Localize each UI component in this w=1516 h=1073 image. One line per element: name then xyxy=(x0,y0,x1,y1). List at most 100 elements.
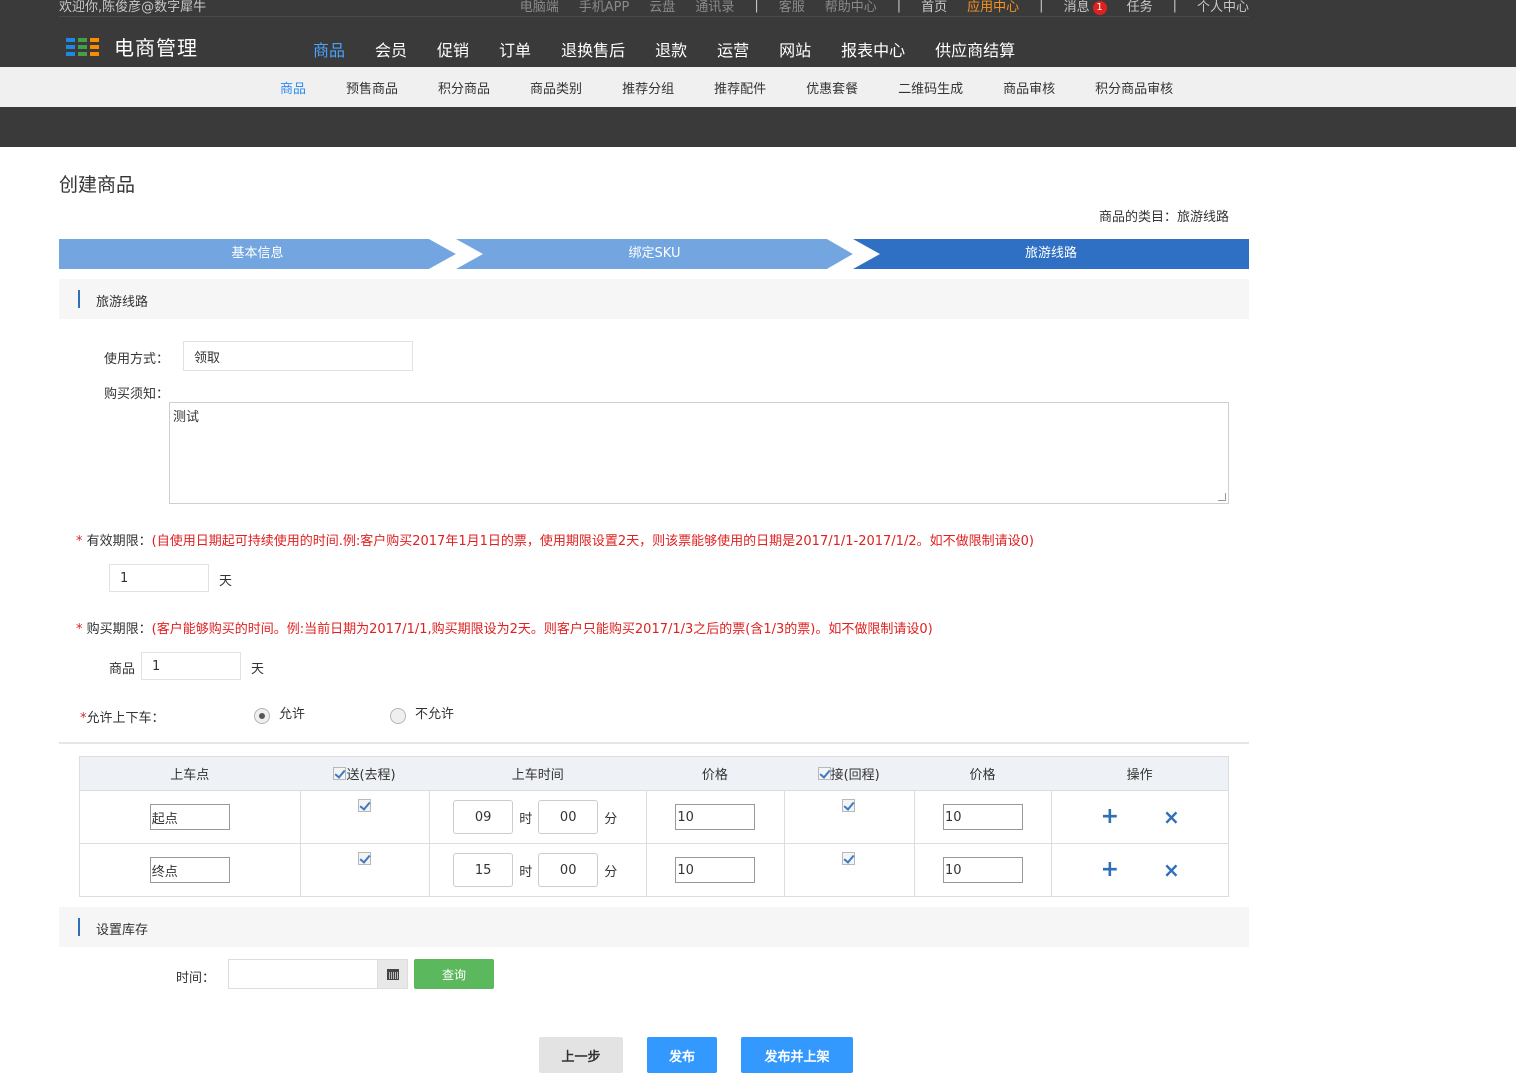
notice-text: 测试 xyxy=(173,410,200,425)
point-input[interactable]: 起点 xyxy=(149,804,230,830)
th-price-return: 价格 xyxy=(969,768,996,783)
top-link-home[interactable]: 首页 xyxy=(921,0,947,15)
sub-nav-qrcode[interactable]: 二维码生成 xyxy=(878,78,983,97)
top-link-personal[interactable]: 个人中心 xyxy=(1197,0,1249,15)
th-point: 上车点 xyxy=(170,768,210,783)
dropoff-checkbox[interactable] xyxy=(357,799,371,812)
sub-nav: 商品 预售商品 积分商品 商品类别 推荐分组 推荐配件 优惠套餐 二维码生成 商… xyxy=(0,67,1516,107)
top-link-messages[interactable]: 消息 1 xyxy=(1064,0,1107,15)
delete-icon[interactable]: × xyxy=(1163,860,1180,880)
table-header: 上车点 送(去程) 上车时间 价格 接(回程) 价格 操作 xyxy=(80,757,1228,790)
sub-nav-recommend-parts[interactable]: 推荐配件 xyxy=(694,78,786,97)
return-price-input[interactable]: 10 xyxy=(942,857,1023,883)
delete-icon[interactable]: × xyxy=(1163,807,1180,827)
header-divider xyxy=(59,16,1249,17)
step-basic-info[interactable]: 基本信息 xyxy=(59,239,456,269)
logo[interactable]: 电商管理 xyxy=(66,32,198,61)
pickup-checkbox[interactable] xyxy=(841,799,855,812)
purchase-label: 购买期限： xyxy=(86,622,152,637)
top-links: 电脑端 手机APP 云盘 通讯录 | 客服 帮助中心 | 首页 应用中心 | 消… xyxy=(500,0,1249,15)
disallow-label[interactable]: 不允许 xyxy=(415,703,454,722)
step-bind-sku[interactable]: 绑定SKU xyxy=(456,239,853,269)
required-star: * xyxy=(76,534,83,549)
th-time: 上车时间 xyxy=(511,768,564,783)
notice-textarea[interactable]: 测试 xyxy=(169,402,1229,504)
messages-label: 消息 xyxy=(1063,0,1090,15)
main-nav-site[interactable]: 网站 xyxy=(764,33,826,67)
sub-nav-audit[interactable]: 商品审核 xyxy=(983,78,1075,97)
pickup-all-checkbox[interactable] xyxy=(817,767,831,780)
sub-nav-points-audit[interactable]: 积分商品审核 xyxy=(1075,78,1193,97)
top-link-tasks[interactable]: 任务 xyxy=(1127,0,1153,15)
main-nav-goods[interactable]: 商品 xyxy=(298,33,360,67)
usage-input[interactable]: 领取 xyxy=(183,341,413,371)
purchase-unit: 天 xyxy=(251,662,265,677)
main-nav-promotion[interactable]: 促销 xyxy=(422,33,484,67)
sub-nav-points-goods[interactable]: 积分商品 xyxy=(418,78,510,97)
main-nav-refund[interactable]: 退款 xyxy=(640,33,702,67)
hour-unit: 时 xyxy=(519,811,533,827)
top-link-app-center[interactable]: 应用中心 xyxy=(967,0,1019,15)
disallow-radio[interactable] xyxy=(390,708,406,724)
messages-count-badge: 1 xyxy=(1092,1,1107,15)
price-input[interactable]: 10 xyxy=(675,804,756,830)
price-input[interactable]: 10 xyxy=(675,857,756,883)
minute-input[interactable]: 00 xyxy=(538,853,599,887)
top-link-cloud[interactable]: 云盘 xyxy=(649,0,675,15)
sub-nav-bundle[interactable]: 优惠套餐 xyxy=(786,78,878,97)
publish-shelve-button[interactable]: 发布并上架 xyxy=(741,1037,853,1073)
calendar-icon xyxy=(386,968,399,980)
step-progress: 基本信息 绑定SKU 旅游线路 xyxy=(59,239,1249,269)
th-actions: 操作 xyxy=(1126,768,1153,783)
allow-radio[interactable] xyxy=(254,708,270,724)
query-button[interactable]: 查询 xyxy=(414,959,494,989)
validity-unit: 天 xyxy=(219,574,233,589)
hour-input[interactable]: 09 xyxy=(453,800,514,834)
step-travel-route[interactable]: 旅游线路 xyxy=(853,239,1249,269)
add-icon[interactable]: + xyxy=(1101,806,1119,828)
th-dropoff: 送(去程) xyxy=(300,757,430,790)
minute-input[interactable]: 00 xyxy=(538,800,599,834)
top-link-pc[interactable]: 电脑端 xyxy=(520,0,559,15)
sub-nav-category[interactable]: 商品类别 xyxy=(510,78,602,97)
section-title-route: 旅游线路 xyxy=(96,295,149,310)
header-band xyxy=(0,107,1516,147)
main-nav-operation[interactable]: 运营 xyxy=(702,33,764,67)
main-nav-supplier[interactable]: 供应商结算 xyxy=(920,33,1030,67)
main-nav-orders[interactable]: 订单 xyxy=(484,33,546,67)
resize-grip-icon[interactable] xyxy=(1218,493,1226,501)
sub-nav-goods[interactable]: 商品 xyxy=(260,78,326,97)
add-icon[interactable]: + xyxy=(1101,859,1119,881)
top-link-app[interactable]: 手机APP xyxy=(579,0,630,15)
sub-nav-presale[interactable]: 预售商品 xyxy=(326,78,418,97)
validity-hint: (自使用日期起可持续使用的时间.例:客户购买2017年1月1日的票，使用期限设置… xyxy=(151,534,1034,549)
calendar-button[interactable] xyxy=(377,960,407,988)
dropoff-checkbox[interactable] xyxy=(357,852,371,865)
top-link-contacts[interactable]: 通讯录 xyxy=(695,0,734,15)
th-pickup-label: 接(回程) xyxy=(830,768,880,783)
dropoff-all-checkbox[interactable] xyxy=(333,767,347,780)
main-nav-after-sale[interactable]: 退换售后 xyxy=(546,33,640,67)
main-nav-members[interactable]: 会员 xyxy=(360,33,422,67)
date-input[interactable] xyxy=(228,959,408,989)
pickup-checkbox[interactable] xyxy=(841,852,855,865)
hour-input[interactable]: 15 xyxy=(453,853,514,887)
main-nav-reports[interactable]: 报表中心 xyxy=(826,33,920,67)
validity-row: * 有效期限：(自使用日期起可持续使用的时间.例:客户购买2017年1月1日的票… xyxy=(76,530,1034,549)
return-price-input[interactable]: 10 xyxy=(942,804,1023,830)
sub-nav-recommend-group[interactable]: 推荐分组 xyxy=(602,78,694,97)
time-label: 时间： xyxy=(176,971,216,986)
point-input[interactable]: 终点 xyxy=(149,857,230,883)
top-link-help[interactable]: 帮助中心 xyxy=(825,0,877,15)
category-line: 商品的类目：旅游线路 xyxy=(1098,210,1229,225)
validity-input[interactable]: 1 xyxy=(109,564,209,592)
section-header-route: 旅游线路 xyxy=(59,279,1249,319)
top-link-service[interactable]: 客服 xyxy=(779,0,805,15)
allow-label[interactable]: 允许 xyxy=(279,703,305,722)
section-bar xyxy=(78,290,80,308)
prev-step-button[interactable]: 上一步 xyxy=(539,1037,623,1073)
publish-button[interactable]: 发布 xyxy=(647,1037,717,1073)
purchase-hint: (客户能够购买的时间。例:当前日期为2017/1/1,购买期限设为2天。则客户只… xyxy=(151,622,933,637)
required-star: * xyxy=(76,622,83,637)
purchase-input[interactable]: 1 xyxy=(141,652,241,680)
